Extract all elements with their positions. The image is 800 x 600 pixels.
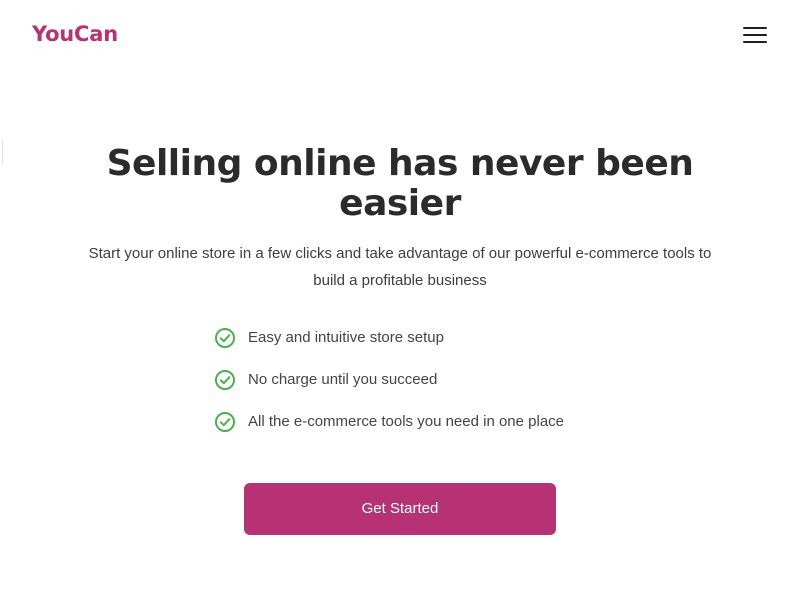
feature-list: Easy and intuitive store setup No charge… <box>214 326 654 452</box>
check-circle-icon <box>215 412 235 432</box>
feature-item: All the e-commerce tools you need in one… <box>214 410 654 452</box>
brand-logo[interactable]: YouCan <box>32 22 118 46</box>
menu-bar-top <box>743 27 767 29</box>
hero-subtitle: Start your online store in a few clicks … <box>88 245 712 289</box>
get-started-button[interactable]: Get Started <box>244 483 556 535</box>
side-edge-tab <box>0 137 3 167</box>
check-circle-icon <box>215 328 235 348</box>
feature-label: All the e-commerce tools you need in one… <box>248 413 565 430</box>
feature-item: No charge until you succeed <box>214 368 654 410</box>
landing-page: YouCan Selling online has never been eas… <box>0 0 800 600</box>
check-circle-icon <box>215 370 235 390</box>
menu-bar-bottom <box>743 41 767 43</box>
hamburger-menu-icon[interactable] <box>738 22 772 48</box>
feature-label: No charge until you succeed <box>248 371 438 388</box>
hero-title: Selling online has never been easier <box>106 143 694 224</box>
menu-bar-middle <box>743 34 767 36</box>
feature-item: Easy and intuitive store setup <box>214 326 654 368</box>
feature-label: Easy and intuitive store setup <box>248 329 444 346</box>
site-header: YouCan <box>0 0 800 70</box>
